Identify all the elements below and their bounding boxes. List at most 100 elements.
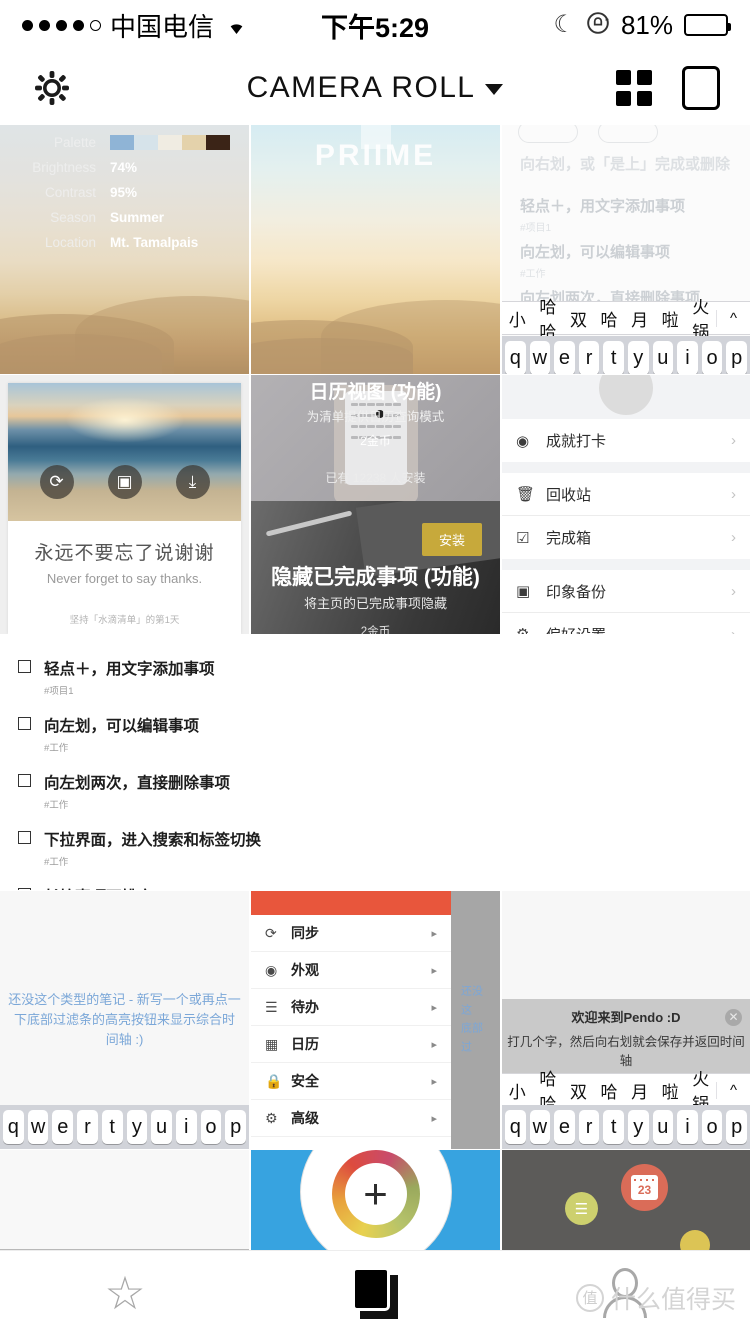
tab-library[interactable] xyxy=(250,1251,500,1334)
thumbnail-settings-list[interactable]: ◉ 成就打卡 › 🗑 回收站 › ☑ 完成箱 › ▣ 印象备份 › › xyxy=(502,375,750,634)
key[interactable]: i xyxy=(175,1110,197,1144)
install-button[interactable]: 安装 xyxy=(421,523,482,556)
suggestion[interactable]: 月 xyxy=(624,1078,655,1103)
keyboard-row[interactable]: q w e r t y u i o p xyxy=(502,1105,750,1149)
key[interactable]: t xyxy=(101,1110,123,1144)
chevron-up-icon[interactable]: ^ xyxy=(716,309,750,327)
key[interactable]: o xyxy=(701,1110,723,1144)
checkbox-icon[interactable] xyxy=(18,774,31,787)
calendar-bubble[interactable]: 23 xyxy=(621,1164,668,1211)
suggestion[interactable]: 双 xyxy=(563,1078,594,1103)
drawer-row-security[interactable]: 🔒 安全 ▸ xyxy=(251,1063,451,1100)
key[interactable]: r xyxy=(578,341,600,374)
thumbnail-beach-card[interactable]: ⟳ ▣ ⤓ 永远不要忘了说谢谢 Never forget to say than… xyxy=(0,375,249,634)
thumbnail-priime-detail[interactable]: Palette Brightness 74% Contrast 95% Seas… xyxy=(0,125,249,374)
suggestion[interactable]: 啦 xyxy=(655,306,686,331)
settings-row-trash[interactable]: 🗑 回收站 › xyxy=(502,473,750,516)
calendar-icon: 23 xyxy=(631,1175,658,1200)
drawer-row-advanced[interactable]: ⚙ 高级 ▸ xyxy=(251,1100,451,1137)
single-view-icon[interactable] xyxy=(682,65,720,110)
list-bubble[interactable]: ☰ xyxy=(565,1192,598,1225)
key[interactable]: e xyxy=(554,1110,575,1144)
refresh-icon[interactable]: ⟳ xyxy=(39,465,74,499)
add-button[interactable]: + xyxy=(331,1150,420,1238)
key[interactable]: y xyxy=(627,341,649,374)
thumbnail-empty-note[interactable]: 还没这个类型的笔记 - 新写一个或再点一下底部过滤条的高亮按钮来显示综合时间轴 … xyxy=(0,891,249,1149)
key[interactable]: u xyxy=(652,341,674,374)
todo-item[interactable]: 下拉界面，进入搜索和标签切换 #工作 xyxy=(18,828,732,868)
thumbnail-plugin-store[interactable]: 日历视图 (功能) 为清单提供日历查询模式 2金币 已有 12238 人安装 安… xyxy=(251,375,500,634)
close-icon[interactable]: ✕ xyxy=(725,1009,742,1026)
key[interactable]: u xyxy=(151,1110,172,1144)
drawer-row-sync[interactable]: ⟳ 同步 ▸ xyxy=(251,915,451,952)
checkbox-icon[interactable] xyxy=(18,888,31,890)
keyboard-suggestion-bar[interactable]: 小 哈哈 双 哈 月 啦 火锅 ^ xyxy=(502,298,750,342)
grid-view-icon[interactable] xyxy=(616,69,652,106)
thumbnail-dark-bubbles[interactable]: ☰ 23 xyxy=(502,1150,750,1250)
chevron-up-icon[interactable]: ^ xyxy=(716,1081,750,1099)
todo-item[interactable]: 轻点＋，用文字添加事项 #项目1 xyxy=(18,657,732,697)
suggestion[interactable]: 小 xyxy=(502,306,533,331)
metadata-value: 95% xyxy=(110,185,138,200)
suggestion[interactable]: 小 xyxy=(502,1078,533,1103)
key[interactable]: t xyxy=(603,1110,624,1144)
key[interactable]: e xyxy=(554,341,575,374)
settings-row-completed[interactable]: ☑ 完成箱 › xyxy=(502,516,750,559)
tab-favorites[interactable]: ☆ xyxy=(0,1251,250,1334)
watermark-text: 什么值得买 xyxy=(610,1286,736,1314)
thumbnail-pendo-welcome[interactable]: 欢迎来到Pendo :D 打几个字，然后向右划就会保存并返回时间轴 ✕ 小 哈哈… xyxy=(502,891,750,1149)
checkbox-icon[interactable] xyxy=(18,660,31,673)
gear-icon[interactable] xyxy=(30,66,74,110)
key[interactable]: w xyxy=(529,341,551,374)
key[interactable]: r xyxy=(578,1110,600,1144)
checkbox-icon[interactable] xyxy=(18,717,31,730)
suggestion[interactable]: 哈 xyxy=(594,1078,625,1103)
key[interactable]: w xyxy=(529,1110,551,1144)
keyboard-row[interactable]: q w e r t y u i o p xyxy=(502,336,750,374)
drawer-row-appearance[interactable]: ◉ 外观 ▸ xyxy=(251,952,451,989)
settings-row-preferences[interactable]: ⚙ 偏好设置 › xyxy=(502,613,750,635)
todo-item[interactable]: 长按事项可排序 #工作 xyxy=(18,885,732,890)
suggestion[interactable]: 哈 xyxy=(594,306,625,331)
keyboard-suggestion-bar[interactable]: 小 哈哈 双 哈 月 啦 火锅 ^ xyxy=(502,1070,750,1114)
todo-item[interactable]: 向左划，可以编辑事项 #工作 xyxy=(18,714,732,754)
calendar-icon: ▦ xyxy=(265,1035,279,1052)
key[interactable]: e xyxy=(52,1110,74,1144)
image-icon[interactable]: ▣ xyxy=(107,465,142,499)
key[interactable]: p xyxy=(225,1110,247,1144)
yellow-bubble[interactable] xyxy=(680,1230,710,1250)
keyboard-row[interactable]: q w e r t y u i o p xyxy=(0,1105,249,1149)
key[interactable]: y xyxy=(627,1110,649,1144)
suggestion[interactable]: 月 xyxy=(624,306,655,331)
key[interactable]: i xyxy=(677,1110,698,1144)
key[interactable]: p xyxy=(726,341,747,374)
key[interactable]: w xyxy=(27,1110,49,1144)
key[interactable]: p xyxy=(726,1110,747,1144)
settings-row-evernote-backup[interactable]: ▣ 印象备份 › xyxy=(502,570,750,613)
key[interactable]: i xyxy=(677,341,698,374)
thumbnail-red-settings[interactable]: 还没这 底部过 ⟳ 同步 ▸ ◉ 外观 ▸ ☰ 待办 ▸ ▦ 日历 ▸ 🔒 安全… xyxy=(251,891,500,1149)
drawer-row-todo[interactable]: ☰ 待办 ▸ xyxy=(251,989,451,1026)
checkbox-icon[interactable] xyxy=(18,831,31,844)
key[interactable]: q xyxy=(3,1110,24,1144)
thumbnail-todo-list[interactable]: 轻点＋，用文字添加事项 #项目1 向左划，可以编辑事项 #工作 向左划两次，直接… xyxy=(0,635,750,890)
suggestion[interactable]: 双 xyxy=(563,306,594,331)
key[interactable]: q xyxy=(505,1110,526,1144)
settings-row-achievements[interactable]: ◉ 成就打卡 › xyxy=(502,419,750,462)
key[interactable]: t xyxy=(603,341,624,374)
key[interactable]: r xyxy=(77,1110,98,1144)
key[interactable]: o xyxy=(701,341,723,374)
thumbnail-faded-todo-keyboard[interactable]: 向右划，或「是上」完成或删除 轻点＋，用文字添加事项 #项目1 向左划，可以编辑… xyxy=(502,125,750,374)
todo-item[interactable]: 向左划两次，直接删除事项 #工作 xyxy=(18,771,732,811)
drawer-row-calendar[interactable]: ▦ 日历 ▸ xyxy=(251,1026,451,1063)
key[interactable]: y xyxy=(126,1110,148,1144)
key[interactable]: o xyxy=(200,1110,222,1144)
tag-chips xyxy=(518,125,658,143)
download-icon[interactable]: ⤓ xyxy=(175,465,210,499)
thumbnail-blank-strip[interactable] xyxy=(0,1150,249,1250)
thumbnail-fab-strip[interactable]: 冰岛第一天 长假 + xyxy=(251,1150,500,1250)
thumbnail-priime-logo[interactable]: PRIIME xyxy=(251,125,500,374)
suggestion[interactable]: 啦 xyxy=(655,1078,686,1103)
key[interactable]: q xyxy=(505,341,526,374)
key[interactable]: u xyxy=(652,1110,674,1144)
